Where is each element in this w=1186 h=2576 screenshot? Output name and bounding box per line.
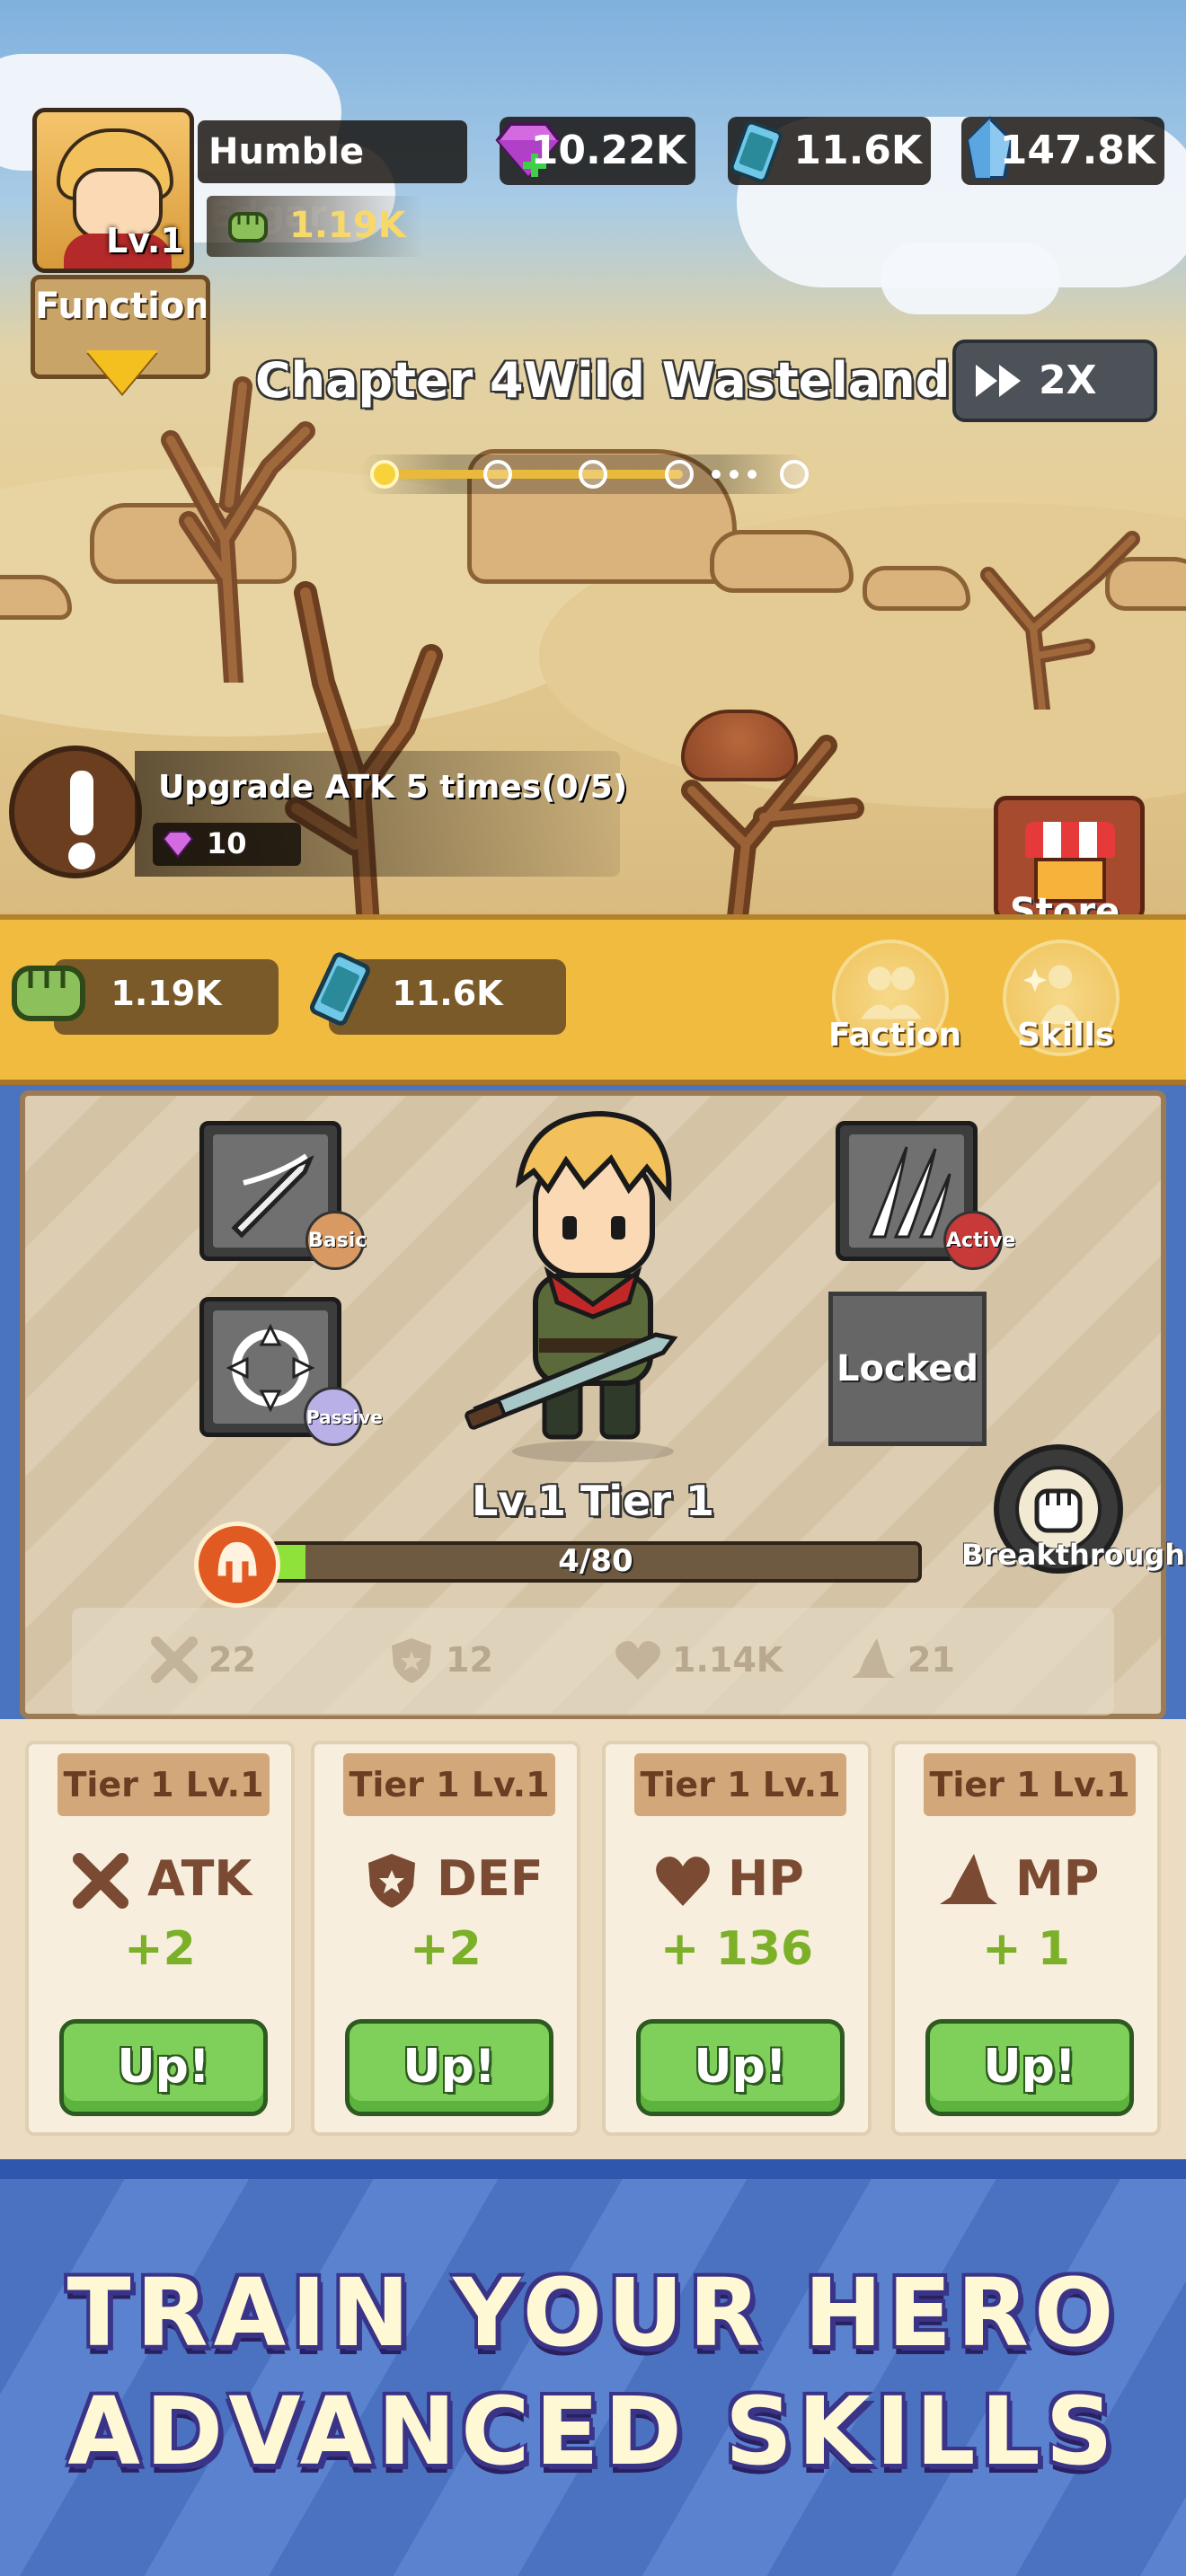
skill-slot-locked[interactable]: Locked [828,1292,987,1446]
crossed-swords-icon [73,1853,128,1909]
exclamation-dot [68,842,95,869]
energy-cell-icon [309,952,370,1026]
energy-cell-icon [730,120,783,183]
card-stat-gain: + 136 [659,1922,814,1976]
locked-label: Locked [836,1348,978,1389]
faction-label: Faction [828,1017,962,1054]
chevron-down-icon[interactable] [86,350,158,393]
card-tier-label: Tier 1 Lv.1 [343,1753,555,1816]
stage-ellipsis-dot [730,470,739,479]
fist-icon [12,966,85,1021]
exclamation-bar [70,771,93,835]
upgrade-hp-button[interactable]: Up! [636,2019,845,2116]
energy-counter[interactable]: 11.6K [728,117,931,185]
xp-progress-text: 4/80 [558,1543,633,1579]
hero-sprite [465,1110,678,1462]
hero-tier-label: Lv.1 Tier 1 [471,1477,715,1525]
card-stat-name: ATK [147,1850,252,1907]
stage-dot [665,460,694,489]
stat-def-value: 12 [446,1640,493,1680]
upgrade-card-mp: Tier 1 Lv.1 MP + 1 Up! [891,1741,1161,2136]
quest-reward: 10 [153,823,301,866]
stage-ellipsis-dot [748,470,757,479]
helmet-glyph [217,1541,257,1583]
crossed-swords-icon [151,1636,198,1683]
card-tier-label: Tier 1 Lv.1 [634,1753,846,1816]
wizard-hat-icon [852,1638,895,1678]
store-awning-icon [1025,822,1115,858]
promo-line-1: TRAIN YOUR HERO [66,2258,1120,2368]
energy-value: 11.6K [793,128,922,173]
basic-tag: Basic [305,1211,367,1270]
dead-tree [681,735,864,916]
speed-button[interactable]: 2X [952,340,1157,422]
heart-icon [615,1641,660,1680]
player-level-badge: Lv.1 [106,221,184,260]
card-stat-gain: + 1 [982,1922,1070,1976]
card-tier-label: Tier 1 Lv.1 [924,1753,1136,1816]
card-tier-label: Tier 1 Lv.1 [58,1753,270,1816]
stage-dot [780,460,809,489]
wizard-hat-icon [940,1854,997,1904]
active-tag: Active [943,1211,1015,1270]
stage-dot [370,460,399,489]
quest-alert-icon[interactable] [9,745,142,878]
passive-tag: Passive [304,1387,383,1446]
shield-icon [368,1854,415,1908]
promo-banner: TRAIN YOUR HERO ADVANCED SKILLS [0,2159,1186,2576]
card-stat-name: HP [728,1850,804,1907]
stage-dot [483,460,512,489]
dead-tree [980,531,1140,710]
stage-dot [579,460,607,489]
rock [863,566,970,611]
stat-hp-value: 1.14K [672,1640,783,1680]
rock [710,530,854,593]
fast-forward-icon [976,365,1021,397]
player-power-value: 1.19K [289,205,406,246]
stage-ellipsis-dot [712,470,721,479]
card-stat-name: DEF [437,1850,544,1907]
card-stat-gain: +2 [410,1922,482,1976]
card-stat-name: MP [1015,1850,1100,1907]
heart-icon [656,1857,710,1906]
gems-counter[interactable]: 10.22K [495,117,695,185]
card-stat-gain: +2 [124,1922,196,1976]
upgrade-atk-button[interactable]: Up! [59,2019,268,2116]
upgrade-card-atk: Tier 1 Lv.1 ATK +2 Up! [25,1741,295,2136]
player-power: 1.19K [207,196,422,257]
stat-mp-value: 21 [907,1640,955,1680]
upgrade-mp-button[interactable]: Up! [925,2019,1134,2116]
upgrade-def-button[interactable]: Up! [345,2019,553,2116]
helmet-icon [194,1522,280,1608]
player-name: Humble Edgar [198,120,467,235]
chapter-title: Chapter 4Wild Wasteland [255,352,951,409]
cloud [881,243,1060,314]
gem-icon [162,831,194,859]
fist-icon [228,212,268,243]
upgrade-card-hp: Tier 1 Lv.1 HP + 136 Up! [602,1741,872,2136]
shield-icon [392,1638,431,1683]
stat-atk-value: 22 [208,1640,256,1680]
skills-label: Skills [1017,1017,1115,1054]
breakthrough-label: Breakthrough [961,1538,1186,1572]
stage-progress-line [386,470,683,479]
crystals-value: 147.8K [999,128,1155,173]
gems-value: 10.22K [530,128,686,173]
quest-text: Upgrade ATK 5 times(0/5) [158,769,628,806]
upgrade-card-def: Tier 1 Lv.1 DEF +2 Up! [311,1741,580,2136]
promo-line-2: ADVANCED SKILLS [67,2377,1119,2486]
speed-label: 2X [1039,357,1097,403]
crystals-counter[interactable]: 147.8K [961,116,1164,185]
quest-reward-value: 10 [207,826,247,860]
